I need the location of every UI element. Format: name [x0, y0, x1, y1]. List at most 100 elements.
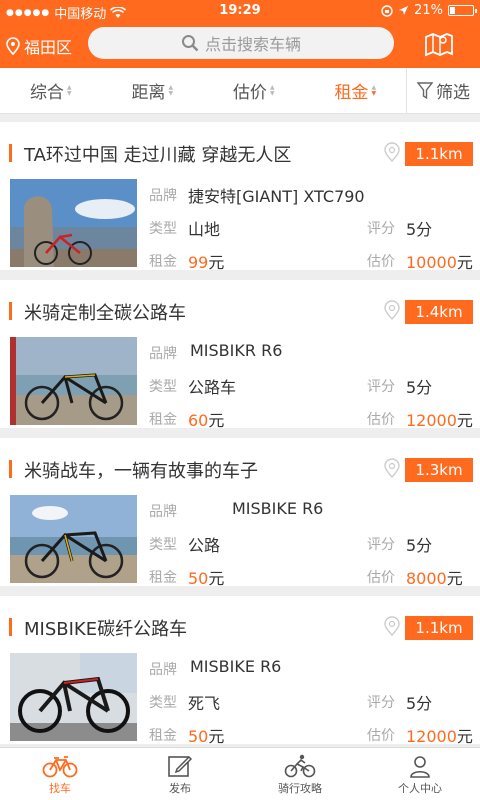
edit-icon: [168, 755, 193, 777]
type-value: 公路: [188, 536, 221, 555]
distance-badge: 1.3km: [405, 458, 473, 482]
type-value: 死飞: [188, 694, 221, 713]
rating-label: 评分: [367, 537, 395, 553]
tab-find-bike[interactable]: 找车: [0, 748, 120, 800]
type-value: 公路车: [188, 378, 237, 397]
location-selector[interactable]: 福田区: [6, 34, 72, 58]
filter-value[interactable]: 估价 ▲ ▼: [203, 68, 305, 113]
distance-badge: 1.1km: [405, 142, 473, 166]
bike-title: MISBIKE碳纤公路车: [24, 619, 188, 640]
rating-label: 评分: [367, 695, 395, 711]
sort-arrows-icon: ▲ ▼: [269, 83, 275, 97]
distance-badge: 1.1km: [405, 616, 473, 640]
filter-rent-label: 租金: [334, 83, 369, 103]
tab-profile-label: 个人中心: [398, 782, 442, 795]
brand-label: 品牌: [149, 662, 177, 678]
map-icon[interactable]: [424, 31, 454, 57]
title-accent-bar: [9, 302, 12, 320]
tab-publish[interactable]: 发布: [120, 748, 240, 800]
title-accent-bar: [9, 618, 12, 636]
filter-bar: 综合 ▲ ▼ 距离 ▲ ▼ 估价 ▲ ▼ 租金 ▲ ▼ 筛选: [0, 68, 480, 114]
rating-value: 5分: [406, 378, 433, 397]
bike-photo: [10, 179, 137, 267]
location-pin-icon: [384, 300, 400, 320]
distance-badge: 1.4km: [405, 300, 473, 324]
bike-card[interactable]: 米骑定制全碳公路车 1.4km 品牌 MISBIKR R6 类型 公路车 评分 …: [0, 280, 480, 430]
location-label: 福田区: [24, 38, 73, 57]
bike-photo: [10, 653, 137, 741]
tab-publish-label: 发布: [169, 782, 191, 795]
rent-value: 50元: [188, 569, 225, 588]
bike-card[interactable]: TA环过中国 走过川藏 穿越无人区 1.1km 品牌 捷安特[GIANT] XT…: [0, 122, 480, 272]
bike-title: TA环过中国 走过川藏 穿越无人区: [24, 145, 292, 166]
sort-arrows-icon: ▲ ▼: [371, 83, 377, 97]
rent-label: 租金: [149, 412, 177, 428]
filter-screen-button[interactable]: 筛选: [406, 68, 480, 113]
rating-label: 评分: [367, 379, 395, 395]
rent-value: 60元: [188, 411, 225, 430]
rent-label: 租金: [149, 254, 177, 270]
tab-profile[interactable]: 个人中心: [360, 748, 480, 800]
sort-arrows-icon: ▲ ▼: [66, 83, 72, 97]
type-label: 类型: [149, 537, 177, 553]
value-label: 估价: [367, 412, 395, 428]
bottom-tab-bar: 找车 发布 骑行攻略 个人中心: [0, 747, 480, 800]
rating-label: 评分: [367, 221, 395, 237]
title-accent-bar: [9, 144, 12, 162]
search-input[interactable]: 点击搜索车辆: [88, 27, 394, 59]
location-pin-icon: [384, 616, 400, 636]
brand-value: MISBIKE R6: [190, 657, 282, 676]
location-pin-icon: [6, 37, 20, 55]
type-value: 山地: [188, 220, 221, 239]
bike-card[interactable]: 米骑战车，一辆有故事的车子 1.3km 品牌 MISBIKE R6 类型 公路 …: [0, 438, 480, 588]
bike-card[interactable]: MISBIKE碳纤公路车 1.1km 品牌 MISBIKE R6 类型 死飞 评…: [0, 596, 480, 746]
type-label: 类型: [149, 221, 177, 237]
tab-riding-guide[interactable]: 骑行攻略: [240, 748, 360, 800]
rating-value: 5分: [406, 536, 433, 555]
filter-value-label: 估价: [232, 83, 267, 103]
bike-title: 米骑战车，一辆有故事的车子: [24, 461, 258, 482]
rotation-lock-icon: [381, 4, 393, 17]
value-amount: 12000元: [406, 411, 473, 430]
brand-value: MISBIKR R6: [190, 341, 283, 360]
rent-label: 租金: [149, 728, 177, 744]
funnel-icon: [417, 81, 433, 99]
header: 福田区 点击搜索车辆: [0, 22, 480, 68]
brand-label: 品牌: [149, 504, 177, 520]
value-label: 估价: [367, 570, 395, 586]
search-icon: [181, 35, 199, 52]
person-icon: [410, 756, 430, 778]
value-amount: 12000元: [406, 727, 473, 746]
tab-find-bike-label: 找车: [49, 782, 71, 795]
search-placeholder: 点击搜索车辆: [204, 35, 301, 54]
rating-value: 5分: [406, 694, 433, 713]
filter-screen-label: 筛选: [436, 83, 470, 103]
type-label: 类型: [149, 379, 177, 395]
bike-title: 米骑定制全碳公路车: [24, 303, 186, 324]
filter-overall-label: 综合: [29, 83, 64, 103]
title-accent-bar: [9, 460, 12, 478]
sort-arrows-icon: ▲ ▼: [168, 83, 174, 97]
rent-value: 50元: [188, 727, 225, 746]
cyclist-icon: [284, 754, 316, 778]
location-pin-icon: [384, 458, 400, 478]
status-right: 21%: [381, 3, 477, 18]
filter-distance[interactable]: 距离 ▲ ▼: [102, 68, 204, 113]
rent-label: 租金: [149, 570, 177, 586]
value-amount: 10000元: [406, 253, 473, 272]
filter-distance-label: 距离: [131, 83, 166, 103]
brand-label: 品牌: [149, 346, 177, 362]
brand-label: 品牌: [149, 188, 177, 204]
brand-value: MISBIKE R6: [232, 499, 324, 518]
bike-icon: [42, 756, 78, 778]
value-amount: 8000元: [406, 569, 463, 588]
rating-value: 5分: [406, 220, 433, 239]
value-label: 估价: [367, 254, 395, 270]
bike-photo: [10, 337, 137, 425]
filter-overall[interactable]: 综合 ▲ ▼: [0, 68, 102, 113]
bike-photo: [10, 495, 137, 583]
battery-icon: [448, 5, 477, 16]
bike-list: TA环过中国 走过川藏 穿越无人区 1.1km 品牌 捷安特[GIANT] XT…: [0, 114, 480, 747]
filter-rent[interactable]: 租金 ▲ ▼: [305, 68, 407, 113]
battery-percent: 21%: [414, 3, 443, 18]
